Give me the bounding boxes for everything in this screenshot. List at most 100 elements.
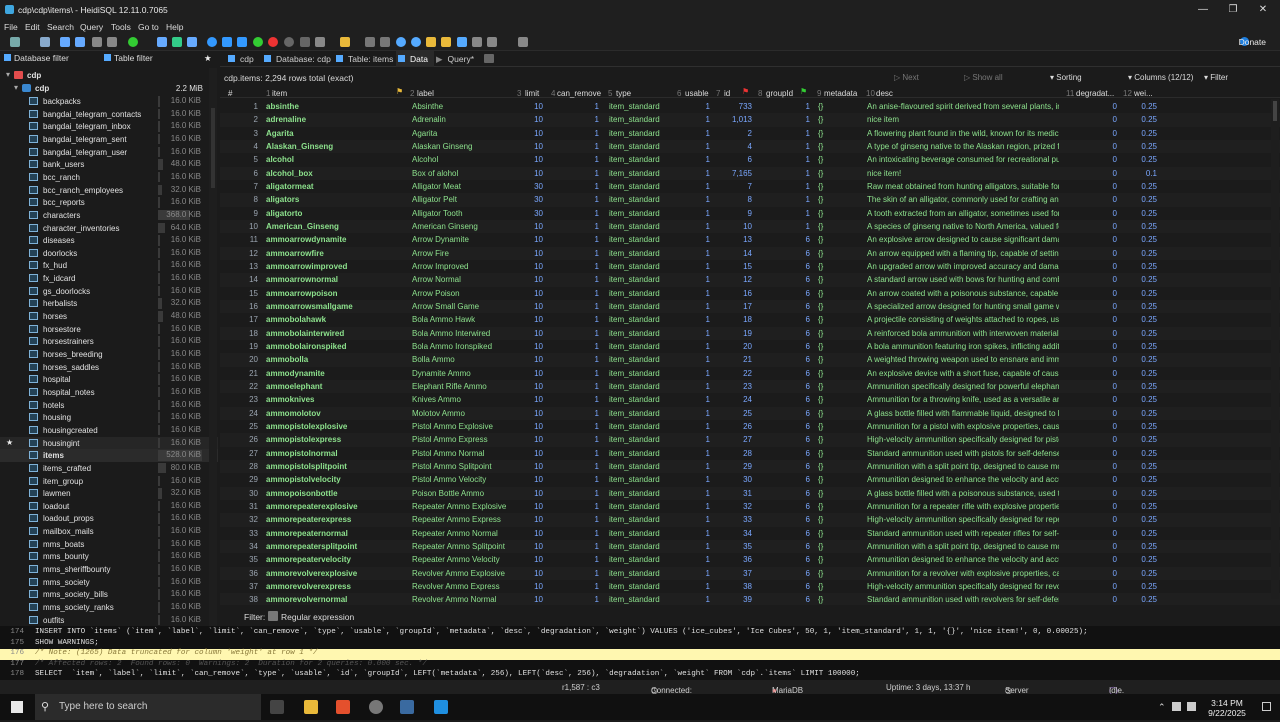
cell-usable[interactable]: 1 xyxy=(678,475,710,484)
cell-groupid[interactable]: 6 xyxy=(775,582,810,591)
cell-weight[interactable]: 0.25 xyxy=(1116,355,1157,364)
table-row[interactable]: 37 ammorevolverexpress Revolver Ammo Expre… xyxy=(220,580,1280,593)
cell-groupid[interactable]: 6 xyxy=(775,475,810,484)
pin-favorite-icon[interactable]: ★ xyxy=(204,53,212,66)
app-icon[interactable] xyxy=(369,700,383,714)
cell-weight[interactable]: 0.25 xyxy=(1116,542,1157,551)
cell-limit[interactable]: 10 xyxy=(516,475,543,484)
cell-usable[interactable]: 1 xyxy=(678,395,710,404)
tree-table-character-inventories[interactable]: character_inventories 64.0 KiB xyxy=(0,222,218,235)
tree-table-lawmen[interactable]: lawmen 32.0 KiB xyxy=(0,487,218,500)
cell-limit[interactable]: 10 xyxy=(516,569,543,578)
tree-table-housingcreated[interactable]: housingcreated 16.0 KiB xyxy=(0,424,218,437)
cell-can-remove[interactable]: 1 xyxy=(560,182,599,191)
cell-type[interactable]: item_standard xyxy=(609,115,674,124)
cell-desc[interactable]: Ammunition for a pistol with explosive p… xyxy=(867,422,1059,431)
cell-usable[interactable]: 1 xyxy=(678,542,710,551)
cell-limit[interactable]: 10 xyxy=(516,129,543,138)
volume-icon[interactable] xyxy=(1187,702,1196,711)
cell-metadata[interactable]: {} xyxy=(818,302,858,311)
tab-database[interactable]: Database: cdp xyxy=(264,54,331,64)
file-explorer-icon[interactable] xyxy=(304,700,318,714)
cell-id[interactable]: 28 xyxy=(720,449,752,458)
table-row[interactable]: 32 ammorepeaterexpress Repeater Ammo Expre… xyxy=(220,513,1280,527)
cell-metadata[interactable]: {} xyxy=(818,475,858,484)
cell-id[interactable]: 6 xyxy=(720,155,752,164)
cell-id[interactable]: 29 xyxy=(720,462,752,471)
cell-metadata[interactable]: {} xyxy=(818,529,858,538)
cell-id[interactable]: 22 xyxy=(720,369,752,378)
cell-desc[interactable]: A reinforced bola ammunition with interw… xyxy=(867,329,1059,338)
cell-type[interactable]: item_standard xyxy=(609,569,674,578)
cell-can-remove[interactable]: 1 xyxy=(560,195,599,204)
tree-table-horsestore[interactable]: horsestore 16.0 KiB xyxy=(0,323,218,336)
cell-weight[interactable]: 0.25 xyxy=(1116,555,1157,564)
tree-table-mms-society-bills[interactable]: mms_society_bills 16.0 KiB xyxy=(0,588,218,601)
col-header-metadata[interactable]: metadata xyxy=(824,89,857,98)
cell-can-remove[interactable]: 1 xyxy=(560,515,599,524)
cell-desc[interactable]: An explosive device with a short fuse, c… xyxy=(867,369,1059,378)
brave-browser-icon[interactable] xyxy=(336,700,350,714)
cell-weight[interactable]: 0.25 xyxy=(1116,342,1157,351)
cell-weight[interactable]: 0.25 xyxy=(1116,475,1157,484)
cell-metadata[interactable]: {} xyxy=(818,582,858,591)
cell-groupid[interactable]: 6 xyxy=(775,289,810,298)
table-row[interactable]: 33 ammorepeaternormal Repeater Ammo Normal… xyxy=(220,527,1280,540)
cell-can-remove[interactable]: 1 xyxy=(560,142,599,151)
grid-scrollbar[interactable] xyxy=(1271,99,1279,599)
cell-label[interactable]: Pistol Ammo Express xyxy=(412,435,522,444)
cell-desc[interactable]: Ammunition for a revolver with explosive… xyxy=(867,569,1059,578)
cell-desc[interactable]: An explosive arrow designed to cause sig… xyxy=(867,235,1059,244)
cell-desc[interactable]: High-velocity ammunition specifically de… xyxy=(867,515,1059,524)
save-icon[interactable] xyxy=(365,37,375,47)
tree-table-outfits[interactable]: outfits 16.0 KiB xyxy=(0,614,218,627)
cell-weight[interactable]: 0.25 xyxy=(1116,329,1157,338)
cell-id[interactable]: 38 xyxy=(720,582,752,591)
task-view-icon[interactable] xyxy=(270,700,284,714)
cell-item[interactable]: ammoknives xyxy=(266,395,396,404)
cell-groupid[interactable]: 6 xyxy=(775,329,810,338)
cell-limit[interactable]: 10 xyxy=(516,262,543,271)
cell-can-remove[interactable]: 1 xyxy=(560,302,599,311)
cell-can-remove[interactable]: 1 xyxy=(560,555,599,564)
cell-type[interactable]: item_standard xyxy=(609,289,674,298)
log-line[interactable]: 176 /* Note: (1265) Data truncated for co… xyxy=(0,649,1280,660)
cell-groupid[interactable]: 6 xyxy=(775,422,810,431)
cell-limit[interactable]: 10 xyxy=(516,449,543,458)
cell-metadata[interactable]: {} xyxy=(818,542,858,551)
cell-groupid[interactable]: 6 xyxy=(775,235,810,244)
menu-edit[interactable]: Edit xyxy=(25,22,40,32)
cell-groupid[interactable]: 1 xyxy=(775,115,810,124)
cell-desc[interactable]: Raw meat obtained from hunting alligator… xyxy=(867,182,1059,191)
cell-metadata[interactable]: {} xyxy=(818,355,858,364)
cell-limit[interactable]: 10 xyxy=(516,102,543,111)
cell-metadata[interactable]: {} xyxy=(818,395,858,404)
tree-table-hospital-notes[interactable]: hospital_notes 16.0 KiB xyxy=(0,386,218,399)
cell-can-remove[interactable]: 1 xyxy=(560,355,599,364)
cell-type[interactable]: item_standard xyxy=(609,262,674,271)
cell-usable[interactable]: 1 xyxy=(678,249,710,258)
cell-label[interactable]: Bola Ammo Interwired xyxy=(412,329,522,338)
cell-weight[interactable]: 0.25 xyxy=(1116,435,1157,444)
cell-usable[interactable]: 1 xyxy=(678,422,710,431)
log-line[interactable]: 177 /* Affected rows: 2 Found rows: 0 War… xyxy=(0,660,1280,671)
cell-weight[interactable]: 0.25 xyxy=(1116,102,1157,111)
cell-id[interactable]: 7 xyxy=(720,182,752,191)
cell-limit[interactable]: 10 xyxy=(516,369,543,378)
cell-limit[interactable]: 10 xyxy=(516,529,543,538)
cell-id[interactable]: 14 xyxy=(720,249,752,258)
cell-degradation[interactable]: 0 xyxy=(1067,355,1117,364)
cell-degradation[interactable]: 0 xyxy=(1067,262,1117,271)
cell-metadata[interactable]: {} xyxy=(818,462,858,471)
col-header-can-remove[interactable]: can_remove xyxy=(557,89,601,98)
cell-can-remove[interactable]: 1 xyxy=(560,102,599,111)
log-line[interactable]: 175 SHOW WARNINGS; xyxy=(0,639,1280,650)
cell-item[interactable]: ammoarrowdynamite xyxy=(266,235,396,244)
cell-degradation[interactable]: 0 xyxy=(1067,449,1117,458)
tree-table-fx-hud[interactable]: fx_hud 16.0 KiB xyxy=(0,259,218,272)
cell-label[interactable]: Alaskan Ginseng xyxy=(412,142,522,151)
cell-usable[interactable]: 1 xyxy=(678,302,710,311)
table-row[interactable]: 36 ammorevolverexplosive Revolver Ammo Exp… xyxy=(220,566,1280,580)
cell-label[interactable]: Revolver Ammo Explosive xyxy=(412,569,522,578)
cell-weight[interactable]: 0.25 xyxy=(1116,195,1157,204)
